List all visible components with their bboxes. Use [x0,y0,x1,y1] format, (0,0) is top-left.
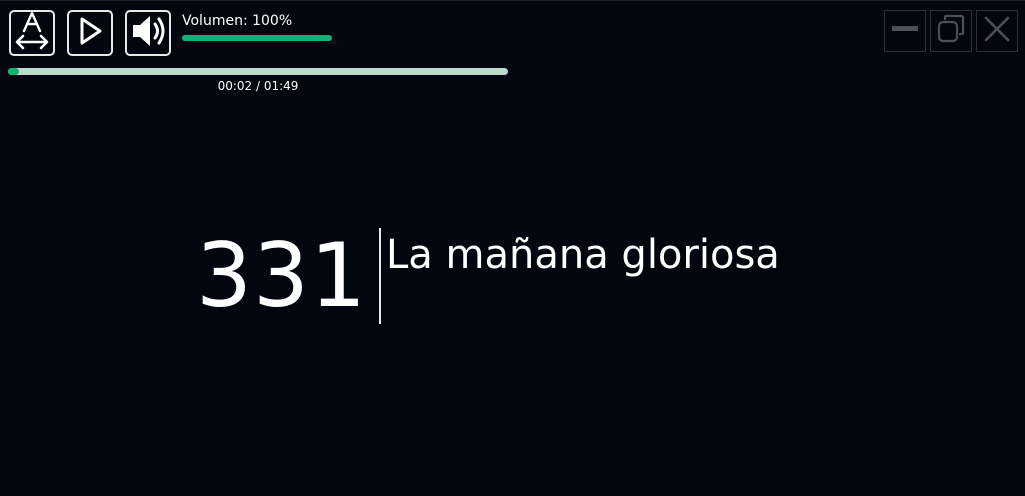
hymn-number: 331 [196,224,367,327]
hymn-divider [379,228,381,324]
minimize-icon [890,14,920,48]
volume-button[interactable] [125,10,171,56]
volume-slider[interactable] [182,35,332,41]
playback-progress-bar[interactable] [8,68,508,75]
play-icon [75,16,105,50]
hymn-title: La mañana gloriosa [386,232,780,278]
font-size-button[interactable] [9,10,55,56]
minimize-button[interactable] [884,10,926,52]
restore-button[interactable] [930,10,972,52]
volume-slider-fill [182,35,332,41]
presentation-window: Volumen: 100% 00:02 / 01:49 331 La mañan… [0,0,1025,496]
close-icon [982,14,1012,48]
playback-time-label: 00:02 / 01:49 [217,79,299,93]
playback-progress-fill [8,68,19,75]
speaker-icon [129,13,167,53]
close-button[interactable] [976,10,1018,52]
font-size-icon [13,11,51,55]
volume-label: Volumen: 100% [182,13,293,29]
hymn-heading: 331 La mañana gloriosa [0,224,1025,327]
restore-icon [936,14,966,48]
play-button[interactable] [67,10,113,56]
